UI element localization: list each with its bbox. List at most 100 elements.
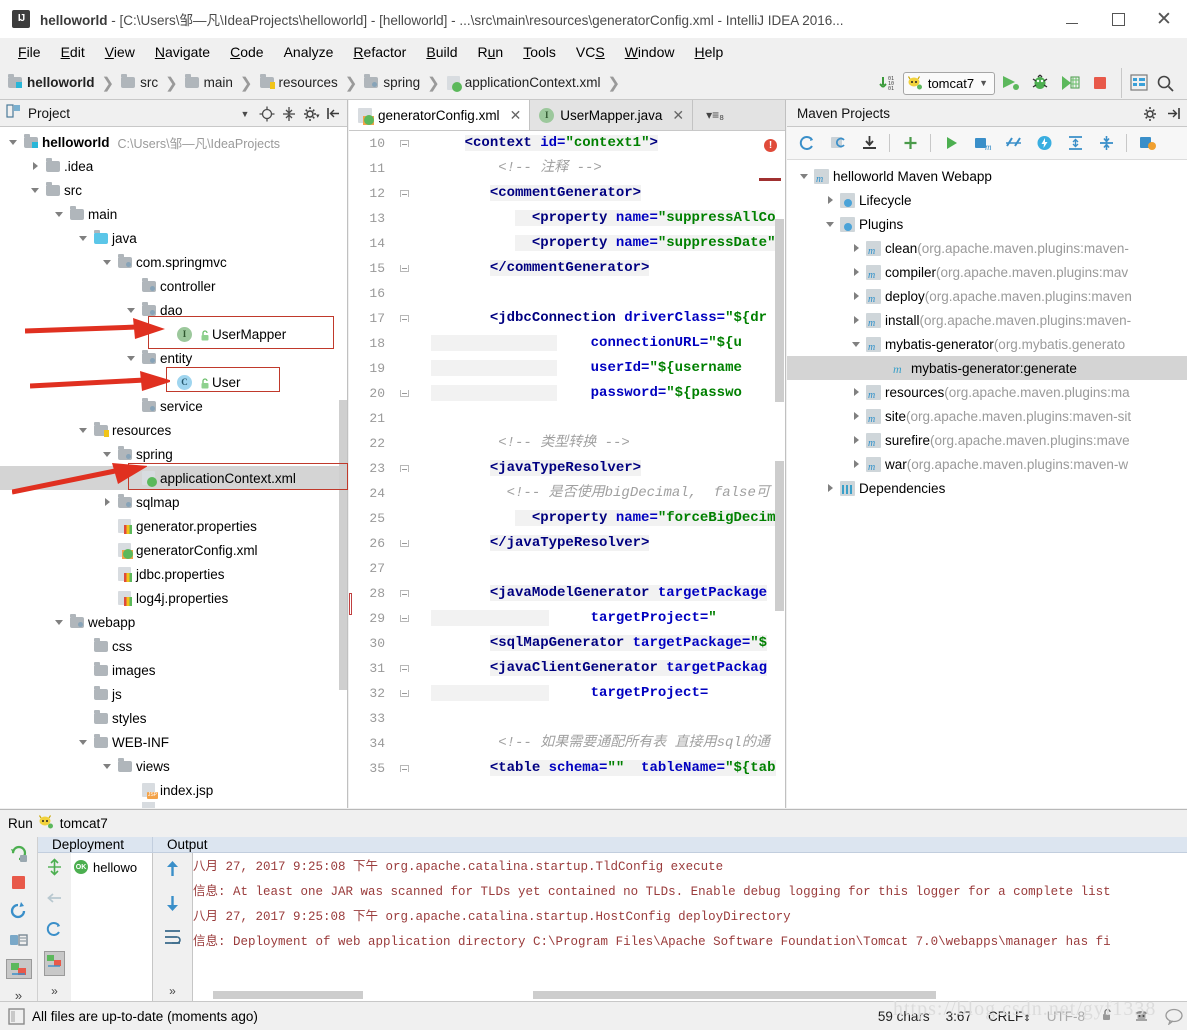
tree-node-resources[interactable]: resources bbox=[0, 418, 347, 442]
fold-marker[interactable] bbox=[389, 690, 419, 697]
tab-output[interactable]: Output bbox=[153, 837, 222, 852]
breadcrumb-applicationcontext[interactable]: applicationContext.xml bbox=[446, 75, 601, 92]
refresh-icon[interactable] bbox=[45, 920, 64, 943]
maven-tree-node-lifecycle[interactable]: Lifecycle bbox=[787, 188, 1187, 212]
gutter-line[interactable]: 22 bbox=[349, 431, 431, 456]
gutter-line[interactable]: 17 bbox=[349, 306, 431, 331]
tree-node-generatorconfig-xml[interactable]: <> generatorConfig.xml bbox=[0, 538, 347, 562]
twisty-down-icon[interactable] bbox=[795, 164, 813, 188]
unlocked-icon[interactable] bbox=[1101, 1008, 1117, 1024]
tree-node-index-jsp[interactable]: index.jsp bbox=[0, 778, 347, 802]
tree-node-js[interactable]: js bbox=[0, 682, 347, 706]
menu-refactor[interactable]: Refactor bbox=[343, 41, 416, 63]
fold-marker[interactable] bbox=[389, 615, 419, 622]
code-line[interactable] bbox=[431, 706, 785, 731]
gutter-line[interactable]: 20 bbox=[349, 381, 431, 406]
project-scrollbar-thumb[interactable] bbox=[339, 400, 347, 690]
code-line[interactable]: <!-- 是否使用bigDecimal, false可 bbox=[431, 481, 785, 506]
code-line[interactable]: <table schema="" tableName="${tab bbox=[431, 756, 785, 781]
tree-node-generator-properties[interactable]: generator.properties bbox=[0, 514, 347, 538]
code-line[interactable]: <sqlMapGenerator targetPackage="$ bbox=[431, 631, 785, 656]
maven-tree-node-plugins[interactable]: Plugins bbox=[787, 212, 1187, 236]
execute-icon[interactable] bbox=[1030, 130, 1058, 156]
down-arrow-icon[interactable] bbox=[162, 893, 183, 918]
run-icon[interactable] bbox=[937, 130, 965, 156]
gutter-line[interactable]: 24 bbox=[349, 481, 431, 506]
code-line[interactable] bbox=[431, 281, 785, 306]
chevron-down-icon[interactable]: ▼ bbox=[235, 103, 255, 125]
menu-build[interactable]: Build bbox=[416, 41, 467, 63]
gutter-line[interactable]: 34 bbox=[349, 731, 431, 756]
settings-gear-icon[interactable] bbox=[1141, 103, 1161, 125]
code-line[interactable]: password="${passwo bbox=[431, 381, 785, 406]
fold-marker[interactable] bbox=[389, 465, 419, 472]
search-everywhere-icon[interactable] bbox=[1151, 68, 1181, 98]
gutter-line[interactable]: 12 bbox=[349, 181, 431, 206]
twisty-down-icon[interactable] bbox=[50, 610, 68, 634]
project-structure-icon[interactable] bbox=[1121, 68, 1151, 98]
tree-node-partial[interactable] bbox=[0, 802, 347, 808]
maven-tree-node-war[interactable]: war (org.apache.maven.plugins:maven-w bbox=[787, 452, 1187, 476]
menu-vcs[interactable]: VCS bbox=[566, 41, 615, 63]
fold-marker[interactable] bbox=[389, 765, 419, 772]
code-line[interactable]: <commentGenerator> bbox=[431, 181, 785, 206]
restart-icon[interactable] bbox=[6, 901, 32, 921]
error-badge[interactable]: ! bbox=[764, 139, 777, 152]
breadcrumb-main[interactable]: main bbox=[184, 74, 233, 90]
run-coverage-icon[interactable] bbox=[1055, 68, 1085, 98]
maximize-button[interactable] bbox=[1095, 0, 1141, 38]
rerun-icon[interactable] bbox=[6, 843, 32, 863]
menu-file[interactable]: File bbox=[8, 41, 51, 63]
menu-navigate[interactable]: Navigate bbox=[145, 41, 220, 63]
fold-marker[interactable] bbox=[389, 315, 419, 322]
twisty-down-icon[interactable] bbox=[74, 226, 92, 250]
twisty-down-icon[interactable] bbox=[122, 346, 140, 370]
tree-node-idea[interactable]: .idea bbox=[0, 154, 347, 178]
tree-node-helloworld[interactable]: helloworld C:\Users\邹—凡\IdeaProjects bbox=[0, 130, 347, 154]
menu-analyze[interactable]: Analyze bbox=[274, 41, 344, 63]
caret-position[interactable]: 3:67 bbox=[946, 1009, 972, 1024]
fold-marker[interactable] bbox=[389, 390, 419, 397]
twisty-down-icon[interactable] bbox=[98, 442, 116, 466]
file-encoding[interactable]: UTF-8 bbox=[1047, 1009, 1085, 1024]
gutter-line[interactable]: 30 bbox=[349, 631, 431, 656]
project-tree[interactable]: helloworld C:\Users\邹—凡\IdeaProjects .id… bbox=[0, 127, 347, 808]
debug-icon[interactable] bbox=[1025, 68, 1055, 98]
gutter-line[interactable]: 35 bbox=[349, 756, 431, 781]
code-editor[interactable]: 10 11 12 13 14 15 16 17 18 19 20 21 22 23 24 25 26 27 28 29… bbox=[349, 131, 785, 808]
deploy-artifact-icon[interactable] bbox=[44, 951, 65, 976]
gutter-line[interactable]: 23 bbox=[349, 456, 431, 481]
locate-icon[interactable] bbox=[257, 103, 277, 125]
gutter-line[interactable]: 29 bbox=[349, 606, 431, 631]
maven-tree-node-mybatis-generator-generate[interactable]: mybatis-generator:generate bbox=[787, 356, 1187, 380]
maven-tree-node-clean[interactable]: clean (org.apache.maven.plugins:maven- bbox=[787, 236, 1187, 260]
twisty-right-icon[interactable] bbox=[847, 260, 865, 284]
twisty-right-icon[interactable] bbox=[847, 452, 865, 476]
tree-node-sqlmap[interactable]: sqlmap bbox=[0, 490, 347, 514]
twisty-right-icon[interactable] bbox=[847, 428, 865, 452]
code-line[interactable]: <property name="suppressDate" bbox=[431, 231, 785, 256]
code-line[interactable]: targetProject=" bbox=[431, 606, 785, 631]
twisty-right-icon[interactable] bbox=[847, 284, 865, 308]
gutter-line[interactable]: 25 bbox=[349, 506, 431, 531]
show-console-icon[interactable] bbox=[6, 930, 32, 950]
tab-generatorconfig-xml[interactable]: <> generatorConfig.xml ✕ bbox=[349, 100, 531, 130]
run-icon[interactable] bbox=[995, 68, 1025, 98]
menu-run[interactable]: Run bbox=[467, 41, 513, 63]
close-button[interactable]: ✕ bbox=[1141, 0, 1187, 38]
collapse-icon[interactable] bbox=[1092, 130, 1120, 156]
twisty-right-icon[interactable] bbox=[847, 236, 865, 260]
close-icon[interactable]: ✕ bbox=[510, 107, 522, 124]
generate-sources-icon[interactable] bbox=[824, 130, 852, 156]
output-hscrollbar[interactable] bbox=[533, 991, 936, 999]
breadcrumb-src[interactable]: src bbox=[121, 74, 158, 90]
code-line[interactable]: targetProject= bbox=[431, 681, 785, 706]
twisty-right-icon[interactable] bbox=[847, 308, 865, 332]
gutter-line[interactable]: 26 bbox=[349, 531, 431, 556]
gutter-line[interactable]: 27 bbox=[349, 556, 431, 581]
add-icon[interactable] bbox=[896, 130, 924, 156]
code-line[interactable]: <property name="suppressAllCo bbox=[431, 206, 785, 231]
twisty-down-icon[interactable] bbox=[847, 332, 865, 356]
editor-scrollbar-thumb-2[interactable] bbox=[775, 461, 784, 611]
menu-view[interactable]: View bbox=[95, 41, 145, 63]
